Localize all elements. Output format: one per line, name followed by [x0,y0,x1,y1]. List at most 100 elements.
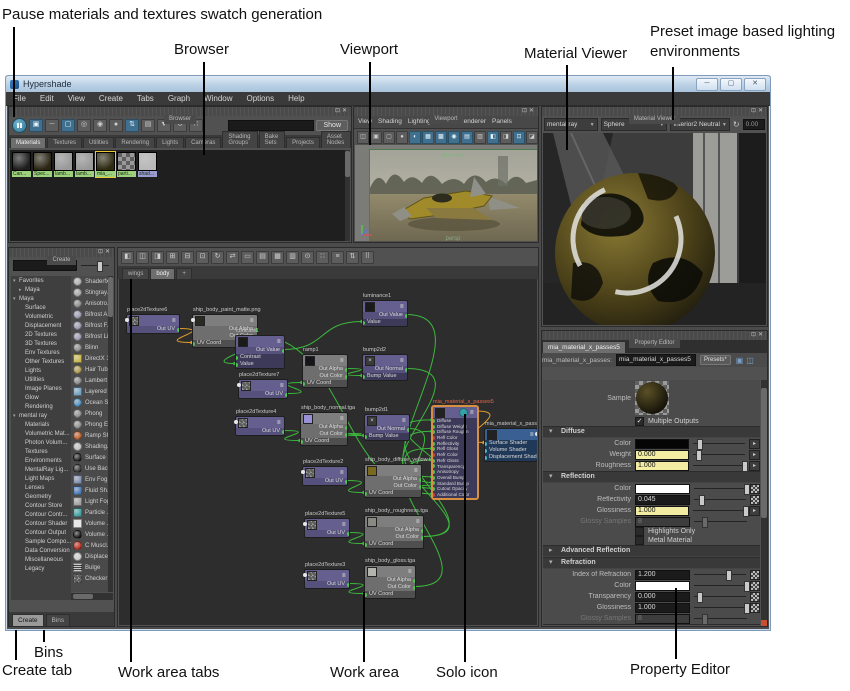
tree-item-legacy[interactable]: Legacy [13,565,71,574]
material-viewer-image[interactable] [543,133,766,325]
work-area-tab-+[interactable]: + [176,268,192,279]
map-connection-icon[interactable] [750,570,760,580]
safe-action-icon[interactable]: ▥ [474,131,486,144]
attribute-slider[interactable] [693,506,745,515]
input-port-value[interactable]: Value [236,361,284,368]
input-port-additional-color[interactable]: Additional Color [433,492,477,498]
wire-ramp-to-b2[interactable] [346,369,362,376]
output-port-out-uv[interactable]: Out UV [127,326,179,333]
metal-material-checkbox[interactable] [635,536,644,545]
node-menu-icon[interactable]: ≣ [277,420,282,426]
xray-icon[interactable]: ◪ [526,131,538,144]
input-port-contrast[interactable]: Contrast [236,354,284,361]
attribute-slider[interactable] [694,614,747,623]
node-place2dTexture7[interactable]: place2dTexture7≣Out UV [238,379,288,399]
node-place2dTexture3[interactable]: place2dTexture3≣Out UV [304,569,350,589]
slider-handle[interactable] [744,581,750,592]
menu-file[interactable]: File [6,94,33,103]
create-node-bifrost-f-[interactable]: Bifrost F... [71,320,109,331]
work-area-tab-wings[interactable]: wings [122,268,149,279]
output-port-out-uv[interactable]: Out UV [239,391,287,398]
tree-item-contour-contr-[interactable]: Contour Contr... [13,511,71,520]
input-port-uv-coord[interactable]: UV Coord [301,438,347,445]
node-header[interactable]: ≣ [236,336,284,347]
browser-tab-projects[interactable]: Projects [286,137,320,148]
attribute-slider[interactable] [693,450,745,459]
input-port-uv-coord[interactable]: UV Coord [365,541,423,548]
browser-tab-materials[interactable]: Materials [10,137,46,148]
node-header[interactable]: ×≣ [365,415,409,426]
wire-p2d3-to-gloss[interactable] [348,584,364,594]
create-node-env-fog[interactable]: Env Fog [71,474,109,485]
attribute-slider[interactable] [694,592,746,601]
section-header-reflection[interactable]: ▾Reflection [543,471,760,483]
node-ship_body_gloss.tga[interactable]: ship_body_gloss.tga≣Out AlphaOut ColorUV… [364,565,416,599]
window-titlebar[interactable]: Hypershade ─ ▢ ✕ [6,76,770,92]
node-header[interactable]: ≣ [301,413,347,424]
create-list-scrollbar[interactable] [108,276,113,592]
value-field[interactable]: 8 [635,517,690,527]
create-node-ocean-s-[interactable]: Ocean S... [71,397,109,408]
input-port-uv-coord[interactable]: UV Coord [365,591,415,598]
section-header-advanced-reflection[interactable]: ▸Advanced Reflection [543,545,760,557]
large-swatches-icon[interactable]: ◉ [93,119,107,132]
create-node-volume-[interactable]: Volume ... [71,518,109,529]
browser-tab-textures[interactable]: Textures [47,137,82,148]
material-swatch[interactable]: Can... [12,152,31,177]
wireframe-on-shaded-icon[interactable]: ◐ [409,131,421,144]
field-chart-icon[interactable]: ▤ [461,131,473,144]
graph-rearrange-icon[interactable]: ↻ [211,251,224,264]
graph-input-output-connections-icon[interactable]: ◫ [136,251,149,264]
tree-item-favorites[interactable]: ▾Favorites [13,277,71,286]
value-field[interactable]: 0.045 [635,495,690,505]
node-menu-icon[interactable]: ≣ [414,468,419,474]
output-port-out-alpha[interactable]: Out Alpha [365,476,421,483]
menu-options[interactable]: Options [240,94,282,103]
display-connected-icon[interactable]: ▤ [256,251,269,264]
create-node-ramp-sh-[interactable]: Ramp Sh... [71,430,109,441]
maximize-button[interactable]: ▢ [720,78,742,91]
tree-item-displacement[interactable]: Displacement [13,322,71,331]
node-header[interactable]: ≣ [236,417,284,428]
node-ramp1[interactable]: ramp1≣Out AlphaOut ColorUV Coord [302,354,348,388]
remove-tab-icon[interactable]: ─ [45,119,59,132]
menu-tabs[interactable]: Tabs [130,94,161,103]
copy-tab-icon[interactable]: ▣ [736,356,744,365]
attribute-slider[interactable] [693,461,745,470]
tree-item-rendering[interactable]: Rendering [13,403,71,412]
multiple-outputs-checkbox[interactable]: ✓ [635,417,644,426]
medium-swatches-icon[interactable]: ◎ [77,119,91,132]
create-node-bifrost-a-[interactable]: Bifrost A... [71,309,109,320]
close-button[interactable]: ✕ [744,78,766,91]
create-node-blinn[interactable]: Blinn [71,342,109,353]
output-port-out-uv[interactable]: Out UV [303,478,347,485]
tree-item-photon-volum-[interactable]: Photon Volum... [13,439,71,448]
tear-off-copy-icon[interactable]: ◫ [746,356,754,365]
swatch-size-slider[interactable] [81,261,109,270]
create-node-phong[interactable]: Phong [71,408,109,419]
shading-icon[interactable]: ▢ [383,131,395,144]
node-menu-icon[interactable]: ≣ [416,519,421,525]
attribute-slider[interactable] [694,517,747,526]
color-swatch[interactable] [635,581,690,591]
property-editor-scrollbar[interactable] [761,380,767,626]
browser-swatch-area[interactable]: Can...Spec...lamb...lamb...mia_...parti.… [10,150,350,241]
node-header[interactable]: ≣ [127,315,179,326]
value-field[interactable]: 1.000 [635,603,690,613]
slider-handle[interactable] [726,570,732,581]
connection-arrow-icon[interactable]: ▸ [749,506,760,516]
slider-handle[interactable] [697,439,703,450]
node-ship_body_normal.tga[interactable]: ship_body_normal.tga≣Out AlphaOut ColorU… [300,412,348,446]
search-nodes-icon[interactable]: ⊙ [301,251,314,264]
value-field[interactable]: 1.200 [635,570,690,580]
output-port-out-alpha[interactable]: Out Alpha [365,577,415,584]
material-swatch[interactable]: lamb... [75,152,94,177]
tree-item-maya[interactable]: ▸Maya [13,286,71,295]
display-simple-icon[interactable]: ▭ [241,251,254,264]
grid-icon[interactable]: ◨ [500,131,512,144]
attribute-slider[interactable] [694,581,747,590]
show-button[interactable]: Show [316,120,348,131]
tree-item-volumetric-mat-[interactable]: Volumetric Mat... [13,430,71,439]
node-place2dTexture2[interactable]: place2dTexture2≣Out UV [302,466,348,486]
connection-arrow-icon[interactable]: ▸ [749,450,760,460]
